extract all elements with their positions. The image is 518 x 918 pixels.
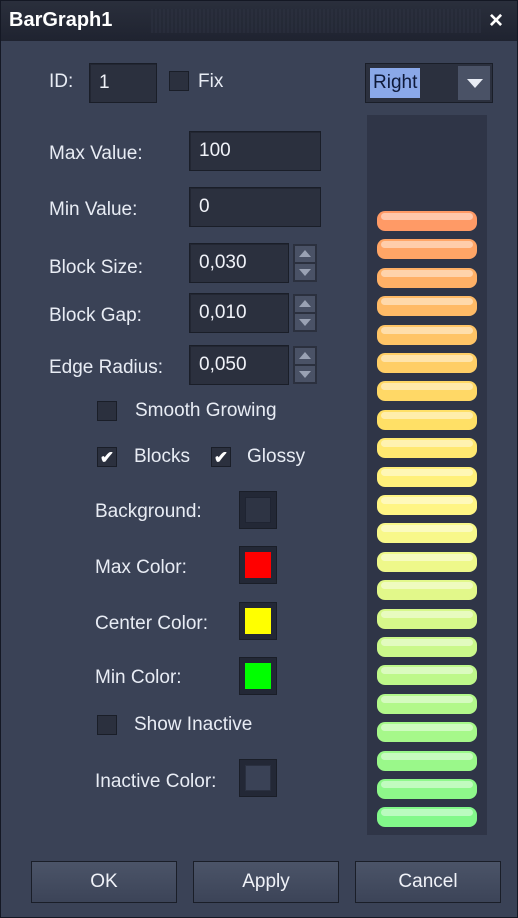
background-color-swatch — [245, 497, 271, 523]
blocks-label: Blocks — [134, 446, 190, 467]
preview-block — [377, 693, 477, 714]
block-size-input[interactable]: 0,030 — [189, 243, 289, 283]
title-bar-pattern — [151, 9, 481, 33]
preview-block — [377, 438, 477, 459]
preview-block — [377, 466, 477, 487]
min-color-label: Min Color: — [95, 667, 182, 688]
orientation-selected: Right — [370, 68, 421, 98]
block-gap-label: Block Gap: — [49, 305, 142, 326]
smooth-growing-label: Smooth Growing — [135, 400, 277, 421]
background-color-picker[interactable] — [239, 491, 277, 529]
max-value-label: Max Value: — [49, 143, 143, 164]
preview-block — [377, 353, 477, 373]
center-color-label: Center Color: — [95, 613, 208, 634]
center-color-picker[interactable] — [239, 602, 277, 640]
edge-radius-spinner[interactable] — [293, 346, 317, 384]
preview-block — [377, 211, 477, 231]
block-size-spinner[interactable] — [293, 244, 317, 282]
preview-block — [377, 324, 477, 345]
edge-radius-input[interactable]: 0,050 — [189, 345, 289, 385]
preview-block — [377, 722, 477, 743]
cancel-button[interactable]: Cancel — [355, 861, 501, 903]
preview-block — [377, 495, 477, 515]
show-inactive-label: Show Inactive — [134, 714, 253, 735]
preview-block — [377, 296, 477, 317]
preview-block — [377, 665, 477, 686]
min-color-picker[interactable] — [239, 657, 277, 695]
id-input[interactable]: 1 — [89, 63, 157, 103]
max-value-input[interactable]: 100 — [189, 131, 321, 171]
max-color-picker[interactable] — [239, 546, 277, 584]
preview-block — [377, 580, 477, 601]
preview-block — [377, 381, 477, 402]
preview-block — [377, 807, 477, 828]
block-gap-spinner[interactable] — [293, 294, 317, 332]
smooth-growing-checkbox[interactable] — [97, 401, 117, 421]
spin-up-icon[interactable] — [295, 296, 315, 312]
preview-block — [377, 409, 477, 430]
bargraph-dialog: BarGraph1 × ID: 1 Fix Right Max Value: 1… — [0, 0, 518, 918]
center-color-swatch — [245, 608, 271, 634]
preview-block — [377, 779, 477, 799]
apply-button[interactable]: Apply — [193, 861, 339, 903]
block-gap-input[interactable]: 0,010 — [189, 293, 289, 333]
min-value-label: Min Value: — [49, 199, 138, 220]
preview-block — [377, 523, 477, 544]
min-value-input[interactable]: 0 — [189, 187, 321, 227]
id-label: ID: — [49, 71, 74, 92]
edge-radius-label: Edge Radius: — [49, 357, 164, 378]
fix-checkbox[interactable] — [169, 71, 189, 91]
title-bar[interactable]: BarGraph1 × — [1, 1, 517, 41]
preview-block — [377, 608, 477, 629]
preview-block — [377, 750, 477, 771]
window-title: BarGraph1 — [9, 9, 113, 31]
orientation-dropdown[interactable]: Right — [365, 63, 493, 103]
background-color-label: Background: — [95, 501, 202, 522]
chevron-down-icon[interactable] — [458, 66, 490, 100]
glossy-label: Glossy — [247, 446, 306, 467]
spin-up-icon[interactable] — [295, 348, 315, 364]
ok-button[interactable]: OK — [31, 861, 177, 903]
preview-block — [377, 551, 477, 572]
preview-block — [377, 637, 477, 657]
inactive-color-label: Inactive Color: — [95, 771, 217, 792]
close-icon[interactable]: × — [483, 7, 509, 35]
inactive-color-swatch — [245, 765, 271, 791]
glossy-checkbox[interactable]: ✔ — [211, 447, 231, 467]
preview-block — [377, 267, 477, 288]
show-inactive-checkbox[interactable] — [97, 715, 117, 735]
min-color-swatch — [245, 663, 271, 689]
preview-block — [377, 239, 477, 260]
max-color-label: Max Color: — [95, 557, 187, 578]
inactive-color-picker[interactable] — [239, 759, 277, 797]
bargraph-preview — [367, 115, 487, 835]
spin-down-icon[interactable] — [295, 314, 315, 330]
max-color-swatch — [245, 552, 271, 578]
fix-label: Fix — [198, 71, 224, 92]
spin-up-icon[interactable] — [295, 246, 315, 262]
spin-down-icon[interactable] — [295, 264, 315, 280]
spin-down-icon[interactable] — [295, 366, 315, 382]
blocks-checkbox[interactable]: ✔ — [97, 447, 117, 467]
block-size-label: Block Size: — [49, 257, 143, 278]
